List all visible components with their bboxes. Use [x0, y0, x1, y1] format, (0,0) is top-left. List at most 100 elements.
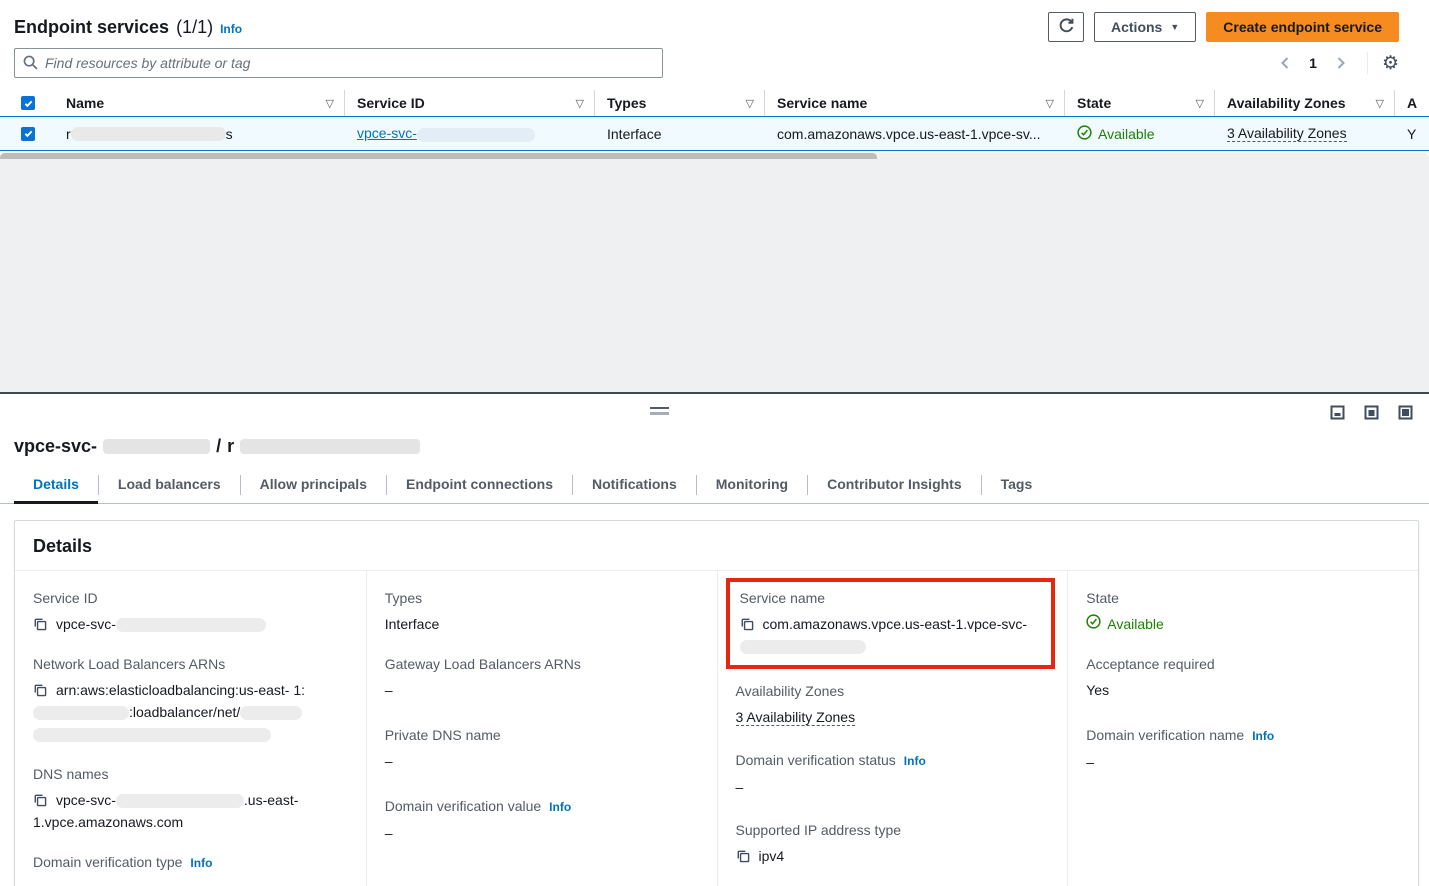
- glb-arns-label: Gateway Load Balancers ARNs: [385, 654, 581, 674]
- glb-arns-value: –: [385, 679, 697, 701]
- tab-load-balancers[interactable]: Load balancers: [99, 470, 240, 504]
- panel-resize-handle[interactable]: [650, 407, 669, 415]
- cell-truncated: Y: [1395, 117, 1429, 150]
- state-value: Available: [1086, 613, 1164, 635]
- details-column-3: Service name com.amazonaws.vpce.us-east-…: [717, 571, 1068, 886]
- refresh-icon: [1058, 17, 1075, 37]
- page-info-link[interactable]: Info: [220, 22, 242, 36]
- nlb-arn-line2a: 1:: [293, 682, 305, 698]
- cell-name-start: r: [66, 126, 71, 142]
- nlb-arns-label: Network Load Balancers ARNs: [33, 654, 225, 674]
- domain-verification-type-info-link[interactable]: Info: [190, 853, 212, 873]
- create-endpoint-service-label: Create endpoint service: [1223, 19, 1382, 35]
- supported-ip-label: Supported IP address type: [736, 820, 902, 840]
- cell-types: Interface: [595, 117, 765, 150]
- empty-area: [0, 159, 1429, 392]
- dns-value-line2: 1.vpce.amazonaws.com: [33, 814, 183, 830]
- sort-icon[interactable]: ▽: [1188, 97, 1204, 110]
- availability-zones-popover-link[interactable]: 3 Availability Zones: [1227, 125, 1347, 142]
- page-count: (1/1): [176, 17, 213, 38]
- details-column-1: Service ID vpce-svc- Network Load Balanc…: [15, 571, 366, 886]
- tab-notifications[interactable]: Notifications: [573, 470, 696, 504]
- acceptance-required-label: Acceptance required: [1086, 654, 1214, 674]
- create-endpoint-service-button[interactable]: Create endpoint service: [1206, 12, 1399, 42]
- domain-verification-name-info-link[interactable]: Info: [1252, 726, 1274, 746]
- sort-icon[interactable]: ▽: [738, 97, 754, 110]
- sort-icon[interactable]: ▽: [568, 97, 584, 110]
- availability-zones-popover-link[interactable]: 3 Availability Zones: [736, 709, 856, 726]
- domain-verification-name-value: –: [1086, 751, 1398, 773]
- redacted-name: [240, 439, 420, 454]
- dns-value-mid: .us-east-: [244, 792, 298, 808]
- horizontal-scrollbar[interactable]: [0, 153, 1429, 159]
- preferences-gear-icon[interactable]: ⚙: [1382, 54, 1399, 73]
- service-id-value-prefix: vpce-svc-: [56, 616, 116, 632]
- column-header-truncated[interactable]: A: [1407, 95, 1417, 111]
- refresh-button[interactable]: [1048, 12, 1084, 42]
- domain-verification-status-info-link[interactable]: Info: [904, 751, 926, 771]
- dns-names-label: DNS names: [33, 764, 108, 784]
- domain-verification-value-info-link[interactable]: Info: [549, 797, 571, 817]
- domain-verification-status-label: Domain verification status: [736, 750, 896, 770]
- cell-name-end: s: [226, 126, 233, 142]
- tab-monitoring[interactable]: Monitoring: [697, 470, 807, 504]
- previous-page-button[interactable]: [1273, 52, 1297, 74]
- panel-title-separator: /: [216, 436, 221, 457]
- search-input[interactable]: [14, 48, 663, 78]
- column-header-name[interactable]: Name: [66, 95, 104, 111]
- caret-down-icon: ▼: [1170, 22, 1179, 32]
- service-name-value-prefix: com.amazonaws.vpce.us-east-1.vpce-svc-: [763, 616, 1028, 632]
- acceptance-required-value: Yes: [1086, 679, 1398, 701]
- service-id-label: Service ID: [33, 588, 98, 608]
- supported-ip-value: ipv4: [759, 848, 785, 864]
- sort-icon[interactable]: ▽: [1038, 97, 1054, 110]
- check-circle-icon: [1086, 613, 1101, 635]
- redacted-arn-line: [33, 728, 271, 742]
- table-header-row: Name ▽ Service ID ▽ Types ▽ Service name ▽ S…: [0, 90, 1429, 116]
- panel-title-prefix: vpce-svc-: [14, 436, 97, 457]
- redacted-lb-name: [240, 706, 302, 720]
- tab-contributor-insights[interactable]: Contributor Insights: [808, 470, 981, 504]
- types-value: Interface: [385, 613, 697, 635]
- panel-size-small-button[interactable]: [1330, 405, 1345, 420]
- table-row[interactable]: rs vpce-svc- Interface com.amazonaws.vpc…: [0, 116, 1429, 151]
- redacted-service-id: [116, 794, 244, 808]
- horizontal-scrollbar-thumb[interactable]: [0, 153, 877, 159]
- copy-icon[interactable]: [33, 793, 47, 807]
- pager-divider: [1367, 52, 1368, 74]
- service-name-label: Service name: [740, 588, 826, 608]
- panel-title-name-start: r: [227, 436, 234, 457]
- private-dns-name-label: Private DNS name: [385, 725, 501, 745]
- sort-icon[interactable]: ▽: [318, 97, 334, 110]
- tab-details[interactable]: Details: [14, 470, 98, 504]
- select-all-checkbox[interactable]: [21, 96, 35, 110]
- row-checkbox[interactable]: [21, 127, 35, 141]
- details-card: Details Service ID vpce-svc- Network Loa…: [14, 520, 1419, 886]
- copy-icon[interactable]: [740, 617, 754, 631]
- search-icon: [22, 54, 39, 74]
- tab-tags[interactable]: Tags: [982, 470, 1052, 504]
- page-title: Endpoint services: [14, 17, 169, 38]
- next-page-button[interactable]: [1329, 52, 1353, 74]
- current-page-number[interactable]: 1: [1301, 55, 1325, 71]
- details-card-heading: Details: [15, 521, 1418, 571]
- copy-icon[interactable]: [736, 849, 750, 863]
- types-label: Types: [385, 588, 422, 608]
- domain-verification-status-value: –: [736, 776, 1048, 798]
- copy-icon[interactable]: [33, 683, 47, 697]
- panel-size-medium-button[interactable]: [1364, 405, 1379, 420]
- copy-icon[interactable]: [33, 617, 47, 631]
- tab-endpoint-connections[interactable]: Endpoint connections: [387, 470, 572, 504]
- column-header-availability-zones[interactable]: Availability Zones: [1227, 95, 1346, 111]
- actions-button[interactable]: Actions ▼: [1094, 12, 1196, 42]
- tab-allow-principals[interactable]: Allow principals: [241, 470, 386, 504]
- sort-icon[interactable]: ▽: [1368, 97, 1384, 110]
- panel-size-full-button[interactable]: [1398, 405, 1413, 420]
- domain-verification-value-value: –: [385, 822, 697, 844]
- service-id-link[interactable]: vpce-svc-: [357, 125, 535, 141]
- details-column-4: State Available Acceptance required Yes: [1067, 571, 1418, 886]
- column-header-service-id[interactable]: Service ID: [357, 95, 425, 111]
- column-header-state[interactable]: State: [1077, 95, 1111, 111]
- column-header-types[interactable]: Types: [607, 95, 646, 111]
- column-header-service-name[interactable]: Service name: [777, 95, 867, 111]
